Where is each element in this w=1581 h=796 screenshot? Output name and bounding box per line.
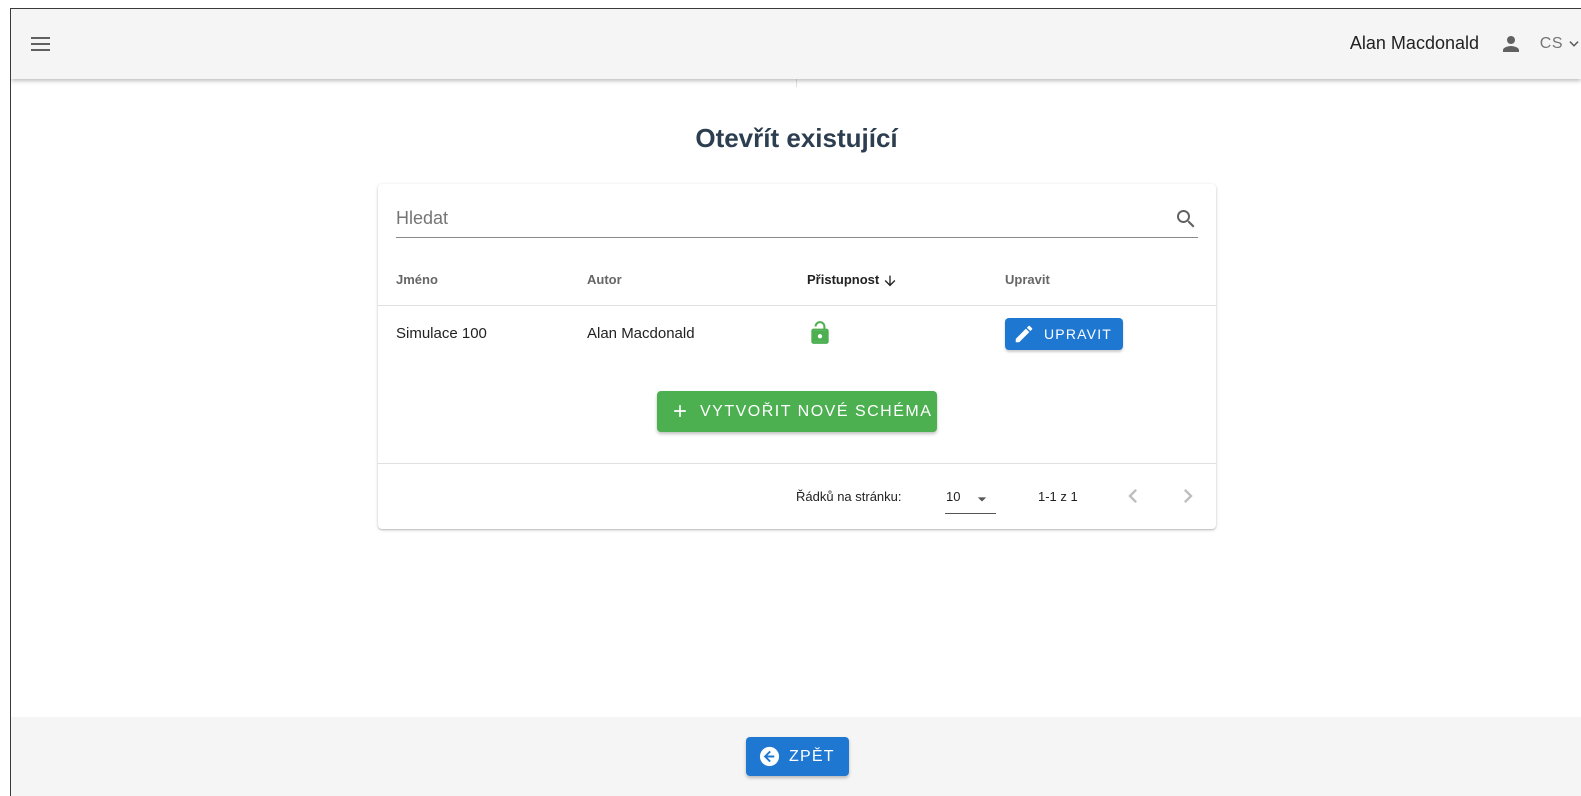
plus-icon [674, 405, 686, 417]
edit-button-label: UPRAVIT [1044, 326, 1113, 342]
column-header-access-label: Přistupnost [807, 272, 880, 287]
search-field[interactable] [396, 200, 1198, 238]
create-new-schema-button[interactable]: VYTVOŘIT NOVÉ SCHÉMA [657, 391, 937, 432]
create-button-label: VYTVOŘIT NOVÉ SCHÉMA [700, 403, 933, 420]
language-selector[interactable]: CS [1540, 35, 1581, 53]
app-window: Alan Macdonald CS Otevřít existující Jmé… [10, 8, 1581, 796]
rows-per-page-value: 10 [946, 489, 961, 504]
schemas-table-card: Jméno Autor Přistupnost Upravit Simulace… [378, 184, 1216, 529]
app-bar: Alan Macdonald CS [11, 9, 1581, 79]
divider [796, 79, 797, 87]
search-input[interactable] [396, 200, 1156, 236]
language-label: CS [1539, 35, 1563, 52]
column-header-author[interactable]: Autor [587, 272, 622, 287]
table-pagination: Řádků na stránku: 10 1-1 z 1 [378, 463, 1216, 529]
previous-page-icon[interactable] [1119, 482, 1147, 510]
column-header-edit: Upravit [1005, 272, 1050, 287]
dropdown-arrow-icon [977, 497, 987, 502]
cell-author: Alan Macdonald [587, 325, 695, 342]
lock-open-icon [811, 321, 829, 344]
edit-button[interactable]: UPRAVIT [1005, 318, 1123, 350]
hamburger-menu-icon[interactable] [28, 31, 54, 57]
person-icon[interactable] [1499, 32, 1523, 56]
column-header-access[interactable]: Přistupnost [807, 272, 898, 289]
pencil-icon [1015, 325, 1033, 343]
column-header-name[interactable]: Jméno [396, 272, 438, 287]
user-name: Alan Macdonald [1349, 33, 1479, 53]
arrow-back-circle-icon [759, 746, 780, 767]
chevron-down-icon [1569, 40, 1579, 47]
footer-bar: ZPĚT [11, 717, 1581, 796]
table-header: Jméno Autor Přistupnost Upravit [378, 254, 1216, 306]
page-range: 1-1 z 1 [1038, 489, 1078, 504]
table-row[interactable]: Simulace 100 Alan Macdonald UPRAVIT [378, 306, 1216, 362]
cell-name: Simulace 100 [396, 325, 487, 342]
next-page-icon[interactable] [1174, 482, 1202, 510]
arrow-down-icon [884, 275, 896, 286]
back-button-label: ZPĚT [789, 748, 835, 765]
rows-per-page-select[interactable]: 10 [945, 484, 996, 514]
search-icon[interactable] [1174, 207, 1198, 231]
page-title: Otevřít existující [695, 123, 898, 153]
back-button[interactable]: ZPĚT [746, 737, 849, 776]
rows-per-page-label: Řádků na stránku: [796, 489, 902, 504]
